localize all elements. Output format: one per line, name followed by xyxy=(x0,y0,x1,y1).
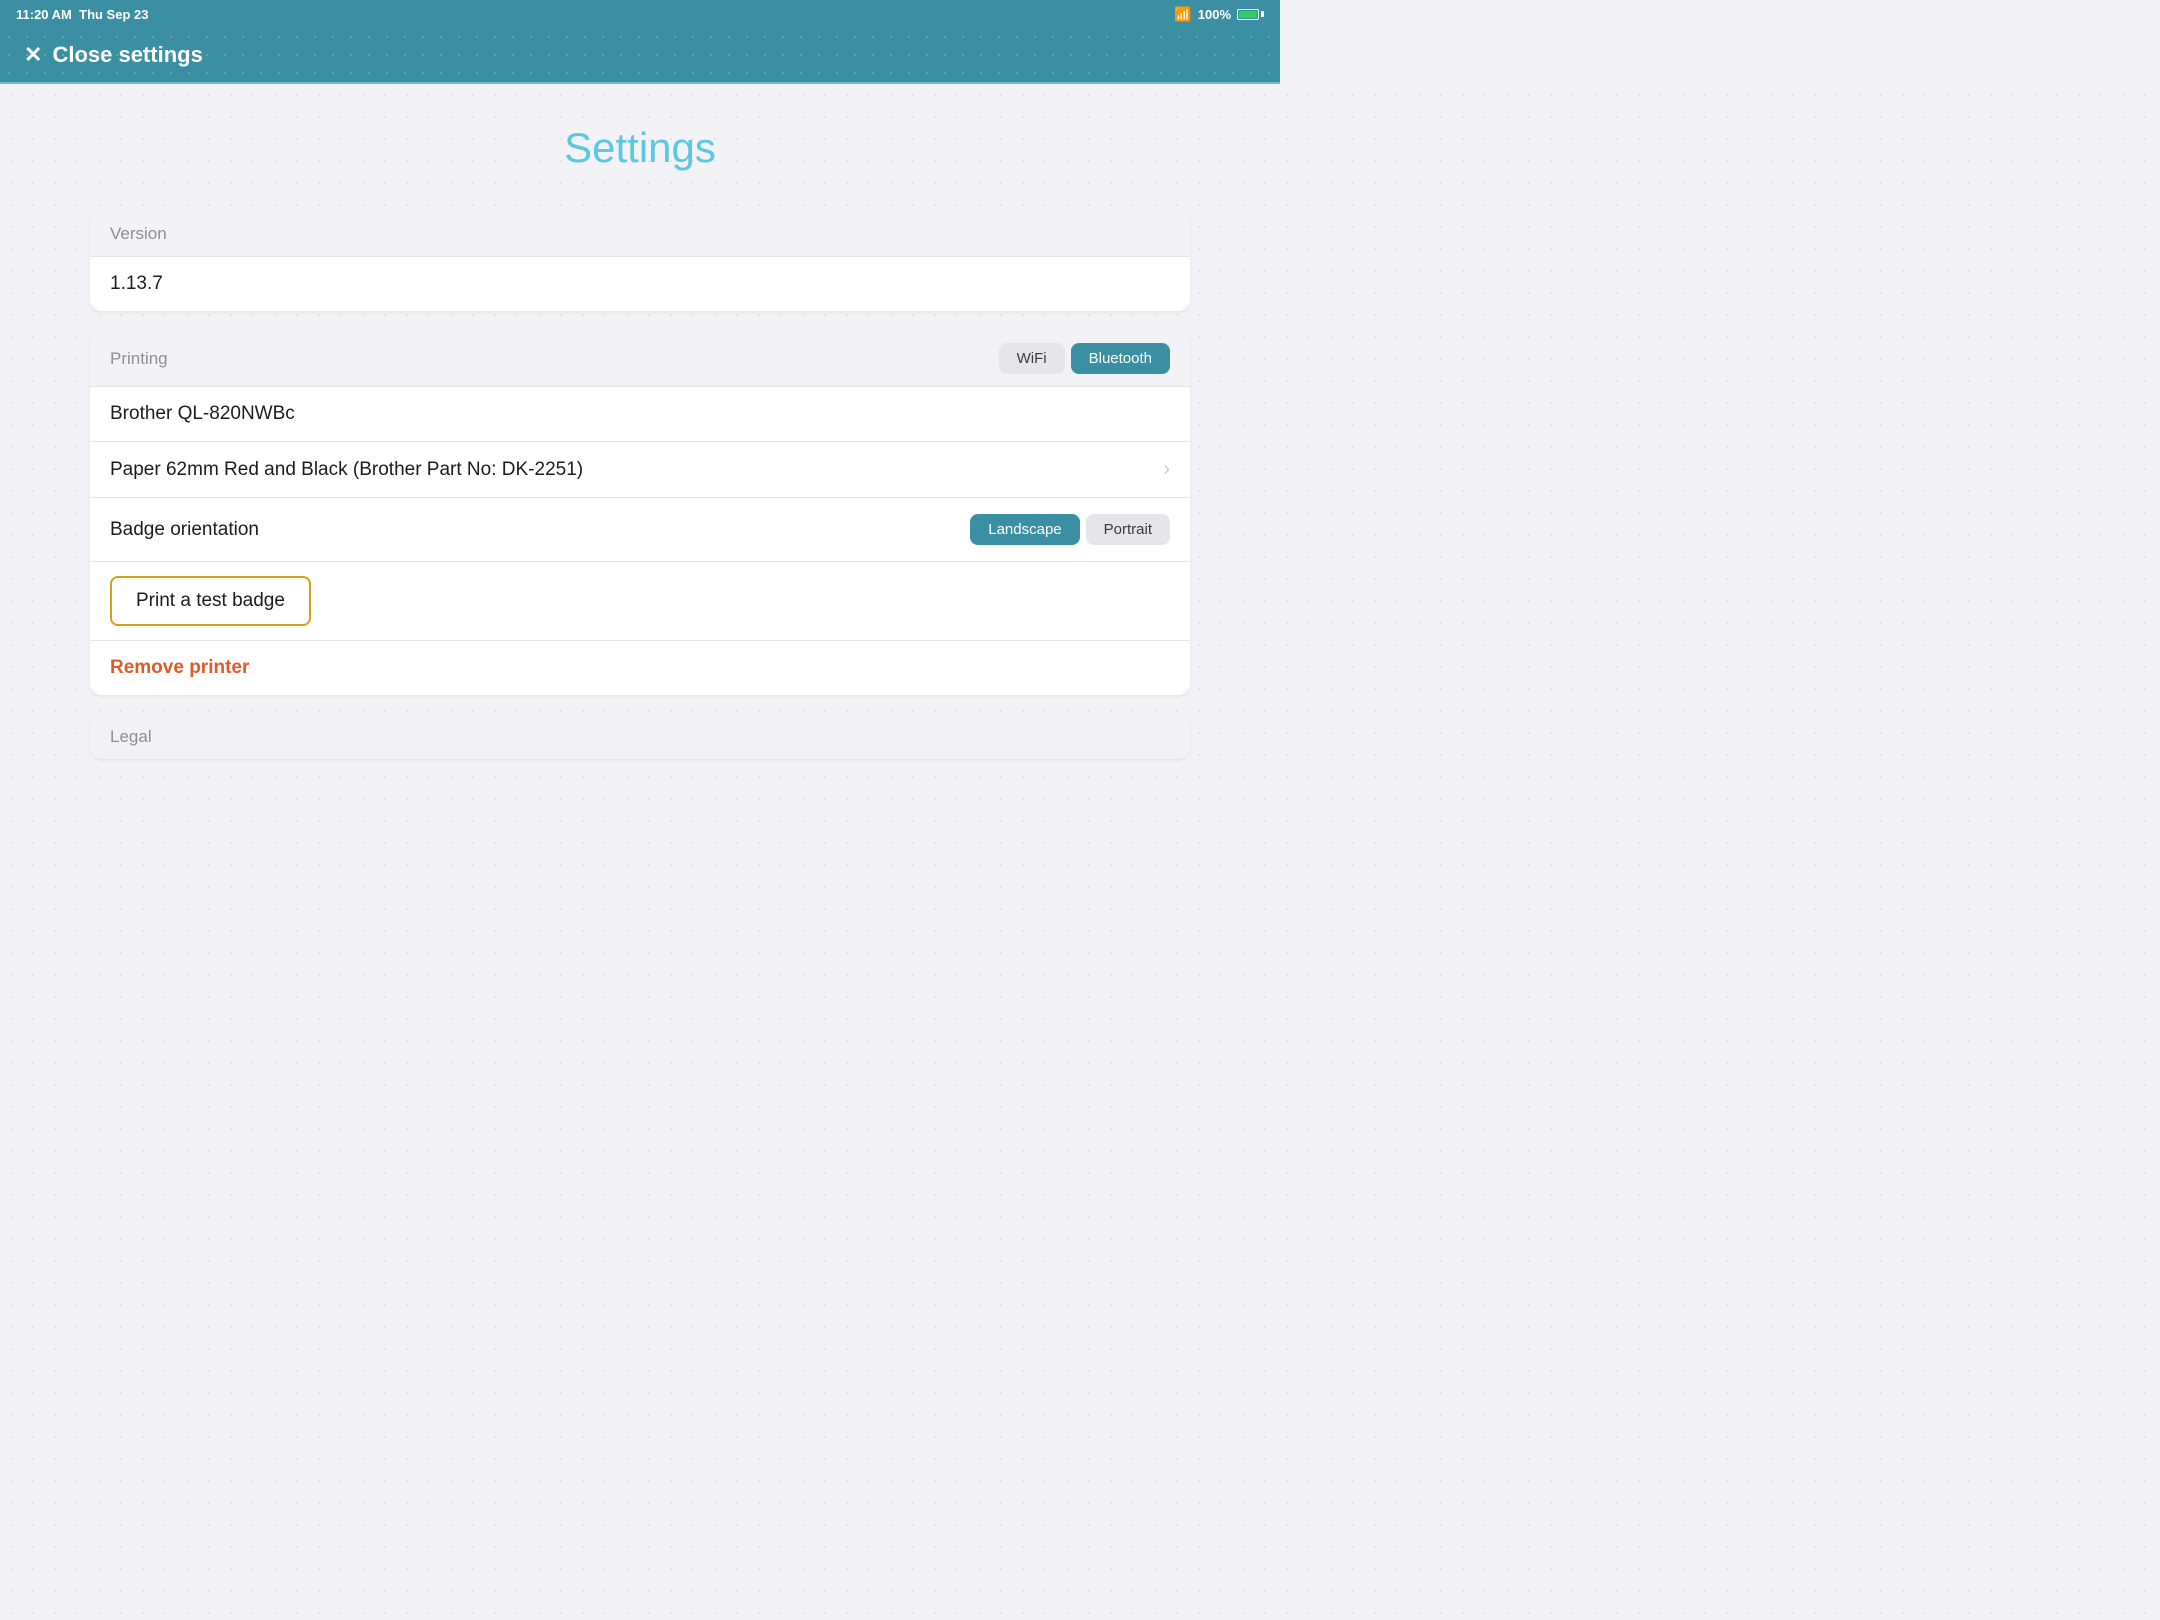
wifi-toggle-button[interactable]: WiFi xyxy=(999,343,1065,374)
printing-mode-toggle: WiFi Bluetooth xyxy=(999,343,1170,374)
printer-name: Brother QL-820NWBc xyxy=(110,403,295,425)
status-bar: 11:20 AM Thu Sep 23 📶 100% xyxy=(0,0,1280,28)
badge-orientation-row: Badge orientation Landscape Portrait xyxy=(90,498,1190,562)
close-icon: ✕ xyxy=(24,42,42,68)
page-title: Settings xyxy=(90,124,1190,172)
version-section: Version 1.13.7 xyxy=(90,212,1190,311)
legal-header: Legal xyxy=(90,715,1190,759)
close-settings-label: Close settings xyxy=(52,42,202,68)
wifi-icon: 📶 xyxy=(1174,6,1191,23)
printer-name-row: Brother QL-820NWBc xyxy=(90,387,1190,442)
close-settings-button[interactable]: ✕ Close settings xyxy=(24,42,203,68)
print-test-badge-button[interactable]: Print a test badge xyxy=(110,576,311,626)
paper-label: Paper 62mm Red and Black (Brother Part N… xyxy=(110,459,583,481)
battery-icon xyxy=(1237,9,1264,20)
orientation-toggle: Landscape Portrait xyxy=(970,514,1170,545)
badge-orientation-label: Badge orientation xyxy=(110,519,259,541)
legal-section: Legal xyxy=(90,715,1190,759)
chevron-right-icon: › xyxy=(1163,458,1170,481)
bluetooth-toggle-button[interactable]: Bluetooth xyxy=(1071,343,1170,374)
content-wrapper: Settings Version 1.13.7 Printing WiFi Bl… xyxy=(90,124,1190,759)
landscape-button[interactable]: Landscape xyxy=(970,514,1079,545)
remove-printer-button[interactable]: Remove printer xyxy=(110,657,249,679)
printing-section: Printing WiFi Bluetooth Brother QL-820NW… xyxy=(90,331,1190,695)
version-header: Version xyxy=(90,212,1190,257)
portrait-button[interactable]: Portrait xyxy=(1086,514,1170,545)
status-time: 11:20 AM Thu Sep 23 xyxy=(16,7,148,22)
version-value: 1.13.7 xyxy=(90,257,1190,311)
nav-bar: ✕ Close settings xyxy=(0,28,1280,84)
status-right: 📶 100% xyxy=(1174,6,1264,23)
printing-header: Printing WiFi Bluetooth xyxy=(90,331,1190,387)
paper-row[interactable]: Paper 62mm Red and Black (Brother Part N… xyxy=(90,442,1190,498)
battery-percentage: 100% xyxy=(1198,7,1231,22)
version-label: Version xyxy=(110,224,167,244)
legal-label: Legal xyxy=(110,727,152,746)
main-content: Settings Version 1.13.7 Printing WiFi Bl… xyxy=(0,84,1280,960)
print-test-row: Print a test badge xyxy=(90,562,1190,641)
printing-label: Printing xyxy=(110,349,168,369)
remove-printer-row: Remove printer xyxy=(90,641,1190,695)
